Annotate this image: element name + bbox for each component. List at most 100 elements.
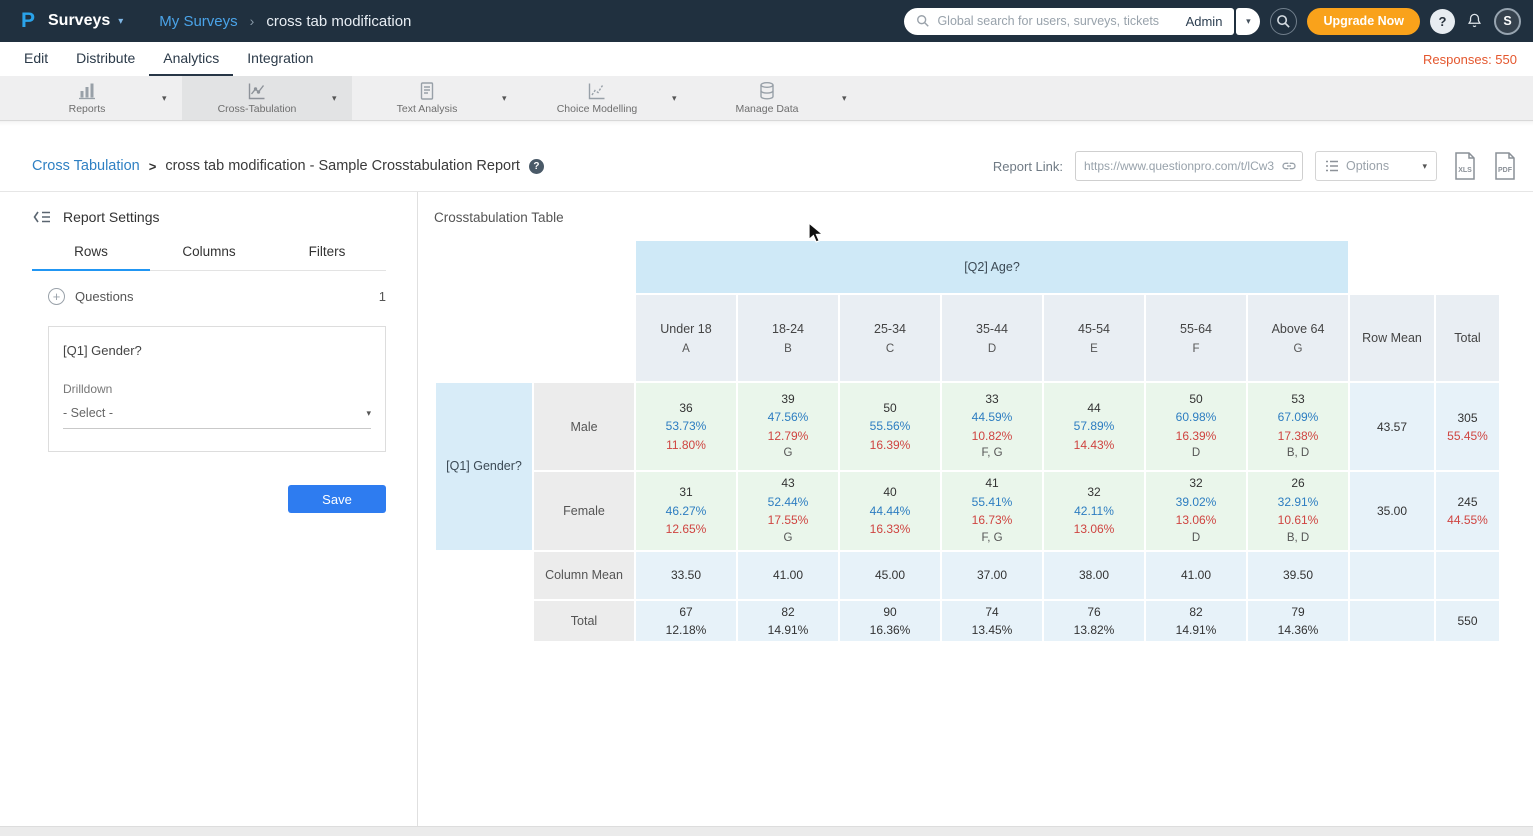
settings-tabs: Rows Columns Filters [32, 244, 386, 271]
question-card: [Q1] Gender? Drilldown - Select - ▾ [48, 326, 386, 452]
chevron-down-icon: ▾ [1422, 161, 1427, 172]
list-icon [1325, 160, 1339, 172]
column-mean-cell: 37.00 [942, 552, 1042, 599]
tab-columns[interactable]: Columns [150, 244, 268, 271]
row-group-header: [Q1] Gender? [436, 383, 532, 550]
options-dropdown[interactable]: Options ▾ [1315, 151, 1437, 181]
row-label: Male [534, 383, 634, 470]
data-cell: 3344.59%10.82%F, G [942, 383, 1042, 470]
text-document-icon [417, 81, 437, 101]
column-total-cell: 8214.91% [738, 601, 838, 641]
chevron-down-icon[interactable]: ▾ [842, 93, 862, 104]
tab-edit[interactable]: Edit [10, 42, 62, 76]
breadcrumb-separator: > [149, 159, 157, 174]
column-mean-cell: 45.00 [840, 552, 940, 599]
row-label: Female [534, 472, 634, 550]
link-icon[interactable] [1281, 158, 1297, 179]
total-row-label: Total [534, 601, 634, 641]
row-mean-header: Row Mean [1350, 295, 1434, 381]
questions-section-header: + Questions 1 [48, 288, 386, 305]
my-surveys-link[interactable]: My Surveys [159, 13, 237, 30]
data-cell: 3239.02%13.06%D [1146, 472, 1246, 550]
content-area: Cross Tabulation > cross tab modificatio… [0, 121, 1533, 826]
data-cell: 3146.27%12.65% [636, 472, 736, 550]
toolbar-item-label: Reports [69, 103, 106, 115]
total-header: Total [1436, 295, 1499, 381]
help-icon[interactable]: ? [1430, 9, 1455, 34]
save-button[interactable]: Save [288, 485, 386, 513]
row-mean-cell: 43.57 [1350, 383, 1434, 470]
global-search-input[interactable] [937, 14, 1178, 28]
column-header: 18-24B [738, 295, 838, 381]
column-header: 35-44D [942, 295, 1042, 381]
column-total-cell: 7613.82% [1044, 601, 1144, 641]
export-xls-button[interactable]: XLS [1453, 152, 1477, 180]
col-group-header: [Q2] Age? [636, 241, 1348, 293]
bar-chart-icon [77, 81, 97, 101]
report-link-label: Report Link: [993, 159, 1063, 174]
tab-filters[interactable]: Filters [268, 244, 386, 271]
upgrade-button[interactable]: Upgrade Now [1307, 8, 1420, 35]
search-scope-dropdown[interactable]: ▾ [1236, 8, 1260, 35]
survey-nav: Edit Distribute Analytics Integration Re… [0, 42, 1533, 76]
toolbar-item-reports[interactable]: Reports ▾ [12, 76, 182, 120]
tab-rows[interactable]: Rows [32, 244, 150, 271]
product-switcher[interactable]: P Surveys ▾ [0, 9, 123, 33]
panel-title: Report Settings [63, 209, 160, 225]
row-total-cell: 30555.45% [1436, 383, 1499, 470]
toolbar-item-text-analysis[interactable]: Text Analysis ▾ [352, 76, 522, 120]
analytics-toolbar: Reports ▾ Cross-Tabulation ▾ Text Analys… [0, 76, 1533, 121]
tab-analytics[interactable]: Analytics [149, 42, 233, 76]
notifications-bell-icon[interactable] [1465, 12, 1484, 31]
search-icon [1276, 14, 1291, 29]
topbar-actions: Admin ▾ Upgrade Now ? S [904, 8, 1533, 35]
chevron-down-icon[interactable]: ▾ [502, 93, 522, 104]
toolbar-item-choice-modelling[interactable]: Choice Modelling ▾ [522, 76, 692, 120]
column-mean-label: Column Mean [534, 552, 634, 599]
report-link-input[interactable] [1075, 151, 1303, 181]
data-cell: 3653.73%11.80% [636, 383, 736, 470]
drilldown-selected-value: - Select - [63, 406, 113, 420]
chevron-down-icon[interactable]: ▾ [332, 93, 352, 104]
tab-integration[interactable]: Integration [233, 42, 327, 76]
column-total-cell: 9016.36% [840, 601, 940, 641]
global-search-pill[interactable]: Admin [904, 8, 1234, 35]
cross-tabulation-breadcrumb-link[interactable]: Cross Tabulation [32, 158, 140, 174]
crosstab-chart-icon [247, 81, 267, 101]
toolbar-item-label: Manage Data [735, 103, 798, 115]
collapse-panel-icon[interactable] [32, 209, 52, 225]
chevron-down-icon[interactable]: ▾ [162, 93, 182, 104]
report-header: Cross Tabulation > cross tab modificatio… [0, 121, 1533, 192]
crosstab-main: Crosstabulation Table [Q2] Age?Under 18A… [418, 192, 1533, 826]
choice-chart-icon [587, 81, 607, 101]
avatar[interactable]: S [1494, 8, 1521, 35]
search-icon [916, 14, 930, 28]
report-title: cross tab modification - Sample Crosstab… [165, 158, 520, 174]
search-scope-label: Admin [1186, 14, 1223, 29]
questionpro-logo-icon: P [16, 9, 40, 33]
add-question-icon[interactable]: + [48, 288, 65, 305]
question-title: [Q1] Gender? [63, 343, 371, 358]
column-mean-cell: 33.50 [636, 552, 736, 599]
spacer-cell [436, 241, 634, 293]
export-pdf-button[interactable]: PDF [1493, 152, 1517, 180]
chevron-down-icon[interactable]: ▾ [672, 93, 692, 104]
toolbar-item-label: Cross-Tabulation [218, 103, 297, 115]
tab-distribute[interactable]: Distribute [62, 42, 149, 76]
data-cell: 3242.11%13.06% [1044, 472, 1144, 550]
search-submit-button[interactable] [1270, 8, 1297, 35]
topbar: P Surveys ▾ My Surveys › cross tab modif… [0, 0, 1533, 42]
drilldown-label: Drilldown [63, 382, 371, 396]
toolbar-item-cross-tabulation[interactable]: Cross-Tabulation ▾ [182, 76, 352, 120]
drilldown-select[interactable]: - Select - ▾ [63, 406, 371, 429]
data-cell: 4352.44%17.55%G [738, 472, 838, 550]
toolbar-item-label: Text Analysis [397, 103, 458, 115]
report-link-field [1075, 151, 1303, 181]
column-header: 25-34C [840, 295, 940, 381]
options-label: Options [1346, 159, 1389, 173]
help-icon[interactable]: ? [529, 159, 544, 174]
questions-count: 1 [379, 289, 386, 304]
report-settings-panel: Report Settings Rows Columns Filters + Q… [0, 192, 418, 826]
product-switcher-label: Surveys [48, 12, 110, 30]
toolbar-item-manage-data[interactable]: Manage Data ▾ [692, 76, 862, 120]
